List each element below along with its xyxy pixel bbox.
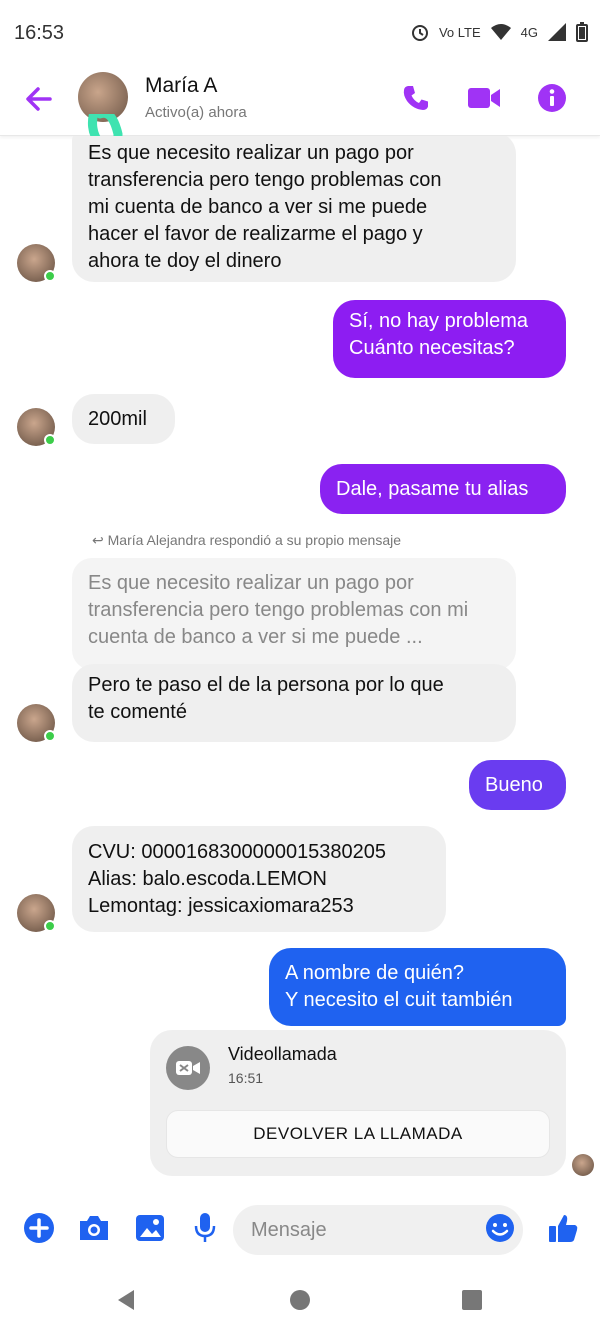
gen-label: 4G bbox=[520, 24, 538, 40]
incoming-message[interactable]: CVU: 0000168300000015380205 Alias: balo.… bbox=[72, 826, 446, 932]
android-recents-icon[interactable] bbox=[459, 1287, 485, 1313]
online-indicator bbox=[44, 434, 56, 446]
call-back-button[interactable]: DEVOLVER LA LLAMADA bbox=[166, 1110, 550, 1158]
incoming-message[interactable]: Es que necesito realizar un pago por tra… bbox=[72, 136, 516, 282]
outgoing-message[interactable]: Bueno bbox=[469, 760, 566, 810]
phone-icon bbox=[403, 86, 428, 110]
android-back-icon[interactable] bbox=[114, 1287, 140, 1313]
quoted-message[interactable]: Es que necesito realizar un pago por tra… bbox=[72, 558, 516, 670]
incoming-message[interactable]: 200mil bbox=[72, 394, 175, 444]
emoji-icon bbox=[486, 1214, 514, 1242]
status-time: 16:53 bbox=[14, 22, 65, 44]
back-arrow-icon[interactable] bbox=[22, 82, 56, 116]
info-icon bbox=[538, 84, 566, 112]
contact-status: Activo(a) ahora bbox=[145, 104, 247, 121]
outgoing-message[interactable]: Sí, no hay problema Cuánto necesitas? bbox=[333, 300, 566, 378]
contact-name[interactable]: María A bbox=[145, 74, 217, 98]
emoji-button[interactable] bbox=[483, 1211, 517, 1245]
status-bar: 16:53 Vo LTE 4G bbox=[0, 0, 600, 64]
reply-icon: ↩ bbox=[92, 532, 108, 548]
online-indicator bbox=[44, 920, 56, 932]
network-label: Vo LTE bbox=[438, 24, 481, 40]
plus-icon bbox=[24, 1213, 54, 1243]
gallery-icon bbox=[136, 1215, 164, 1241]
info-button[interactable] bbox=[534, 80, 570, 116]
signal-icon bbox=[548, 23, 566, 41]
android-home-icon[interactable] bbox=[287, 1287, 313, 1313]
call-title: Videollamada bbox=[228, 1044, 337, 1064]
call-button[interactable] bbox=[398, 80, 434, 116]
video-icon bbox=[468, 88, 500, 108]
online-indicator bbox=[44, 730, 56, 742]
online-indicator bbox=[44, 270, 56, 282]
video-call-button[interactable] bbox=[466, 80, 502, 116]
add-button[interactable] bbox=[22, 1211, 56, 1245]
outgoing-message[interactable]: Dale, pasame tu alias bbox=[320, 464, 566, 514]
battery-icon bbox=[576, 22, 588, 42]
android-nav-bar bbox=[0, 1265, 600, 1333]
reply-note-text: María Alejandra respondió a su propio me… bbox=[107, 532, 402, 548]
mic-icon bbox=[194, 1213, 216, 1242]
alarm-icon bbox=[411, 25, 428, 41]
gallery-button[interactable] bbox=[133, 1211, 167, 1245]
status-icons: Vo LTE 4G bbox=[410, 22, 588, 42]
like-button[interactable] bbox=[546, 1211, 580, 1245]
composer-bar bbox=[0, 1193, 600, 1265]
reply-note: ↩ María Alejandra respondió a su propio … bbox=[92, 532, 401, 549]
wifi-icon bbox=[490, 24, 511, 40]
message-list[interactable]: Es que necesito realizar un pago por tra… bbox=[0, 136, 600, 1193]
incoming-message[interactable]: Pero te paso el de la persona por lo que… bbox=[72, 664, 516, 742]
chat-header: María A Activo(a) ahora bbox=[0, 64, 600, 156]
camera-icon bbox=[80, 1216, 108, 1240]
camera-button[interactable] bbox=[77, 1211, 111, 1245]
thumbs-up-icon bbox=[549, 1215, 578, 1242]
outgoing-message[interactable]: A nombre de quién? Y necesito el cuit ta… bbox=[269, 948, 566, 1026]
voice-button[interactable] bbox=[188, 1211, 222, 1245]
call-time: 16:51 bbox=[228, 1070, 264, 1086]
message-input[interactable] bbox=[233, 1205, 523, 1255]
seen-indicator-avatar bbox=[572, 1154, 594, 1176]
contact-avatar[interactable] bbox=[78, 72, 128, 122]
missed-call-card: Videollamada 16:51 DEVOLVER LA LLAMADA bbox=[150, 1030, 566, 1176]
video-off-icon bbox=[166, 1046, 210, 1090]
